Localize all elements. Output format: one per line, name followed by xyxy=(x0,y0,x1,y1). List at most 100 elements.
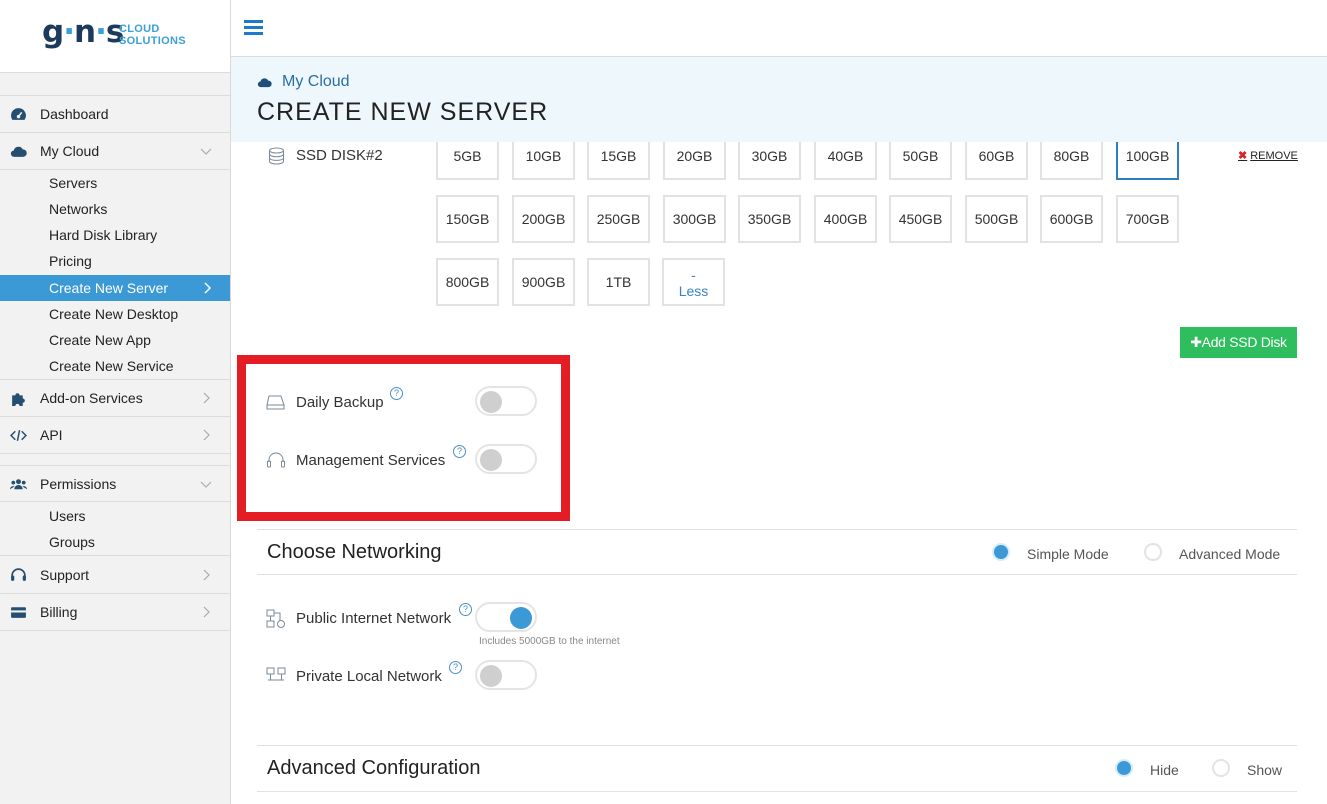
less-button[interactable]: - Less xyxy=(662,258,725,306)
daily-backup-toggle[interactable] xyxy=(475,386,537,416)
chevron-down-icon xyxy=(200,148,212,155)
sidebar-item-servers[interactable]: Servers xyxy=(0,170,230,196)
top-bar xyxy=(231,0,1327,57)
credit-card-icon xyxy=(11,607,26,618)
disk-size-option[interactable]: 80GB xyxy=(1040,142,1103,180)
chevron-right-icon xyxy=(203,606,210,618)
divider xyxy=(257,529,1297,530)
show-label: Show xyxy=(1247,762,1283,778)
sidebar-item-support[interactable]: Support xyxy=(0,557,230,594)
chevron-down-icon xyxy=(200,481,212,488)
code-icon xyxy=(10,430,27,441)
sidebar-item-api[interactable]: API xyxy=(0,417,230,454)
sidebar-item-create-new-desktop[interactable]: Create New Desktop xyxy=(0,301,230,327)
disk-size-option[interactable]: 500GB xyxy=(965,195,1028,243)
plus-icon: ✚ xyxy=(1190,334,1202,350)
page-header: My Cloud CREATE NEW SERVER xyxy=(231,57,1327,142)
show-radio[interactable] xyxy=(1212,759,1230,777)
disk-size-option[interactable]: 200GB xyxy=(512,195,575,243)
disk-size-option[interactable]: 800GB xyxy=(436,258,499,306)
sidebar-item-billing[interactable]: Billing xyxy=(0,594,230,631)
divider xyxy=(257,791,1297,792)
disk-label: SSD DISK#2 xyxy=(296,147,383,164)
public-network-toggle[interactable] xyxy=(475,602,537,632)
logo-text: g·n·s xyxy=(42,14,124,50)
sidebar-item-users[interactable]: Users xyxy=(0,503,230,529)
chevron-right-icon xyxy=(204,282,212,294)
database-icon xyxy=(269,147,284,165)
management-services-toggle[interactable] xyxy=(475,444,537,474)
sidebar-item-label: Dashboard xyxy=(40,106,109,122)
breadcrumb-label: My Cloud xyxy=(282,73,350,90)
disk-size-option[interactable]: 900GB xyxy=(512,258,575,306)
help-icon[interactable]: ? xyxy=(449,661,462,674)
sidebar-item-dashboard[interactable]: Dashboard xyxy=(0,95,230,133)
add-ssd-disk-button[interactable]: ✚Add SSD Disk xyxy=(1180,327,1297,358)
disk-size-option[interactable]: 20GB xyxy=(663,142,726,180)
sidebar-item-my-cloud[interactable]: My Cloud xyxy=(0,133,230,170)
simple-mode-radio[interactable] xyxy=(992,543,1010,561)
divider xyxy=(257,745,1297,746)
hide-label: Hide xyxy=(1150,762,1179,778)
sidebar-item-label: My Cloud xyxy=(40,143,100,159)
disk-size-option[interactable]: 450GB xyxy=(889,195,952,243)
chevron-right-icon xyxy=(203,392,210,404)
disk-size-option[interactable]: 15GB xyxy=(587,142,650,180)
backup-drive-icon xyxy=(266,395,285,410)
sidebar-item-label: Add-on Services xyxy=(40,390,143,406)
sidebar-item-create-new-service[interactable]: Create New Service xyxy=(0,353,230,379)
private-network-icon xyxy=(266,667,286,681)
disk-size-option[interactable]: 150GB xyxy=(436,195,499,243)
sidebar-item-permissions[interactable]: Permissions xyxy=(0,465,230,502)
disk-size-option[interactable]: 40GB xyxy=(814,142,877,180)
disk-size-option[interactable]: 30GB xyxy=(738,142,801,180)
disk-size-option[interactable]: 10GB xyxy=(512,142,575,180)
advanced-mode-radio[interactable] xyxy=(1144,543,1162,561)
public-network-note: Includes 5000GB to the internet xyxy=(479,636,620,647)
logo-subtitle: CLOUD SOLUTIONS xyxy=(119,23,186,47)
help-icon[interactable]: ? xyxy=(453,445,466,458)
help-icon[interactable]: ? xyxy=(459,603,472,616)
disk-size-option[interactable]: 1TB xyxy=(587,258,650,306)
disk-size-option[interactable]: 250GB xyxy=(587,195,650,243)
hamburger-menu-icon[interactable] xyxy=(244,20,263,35)
main-content: SSD DISK#2 5GB 10GB 15GB 20GB 30GB 40GB 50GB 60… xyxy=(231,142,1327,804)
public-network-icon xyxy=(266,609,285,628)
help-icon[interactable]: ? xyxy=(390,387,403,400)
hide-radio[interactable] xyxy=(1115,759,1133,777)
disk-size-option[interactable]: 400GB xyxy=(814,195,877,243)
cloud-icon xyxy=(257,78,272,88)
sidebar-item-networks[interactable]: Networks xyxy=(0,196,230,222)
chevron-right-icon xyxy=(203,429,210,441)
sidebar-item-label: Billing xyxy=(40,604,78,620)
divider xyxy=(257,574,1297,575)
dashboard-icon xyxy=(11,108,26,120)
sidebar-item-groups[interactable]: Groups xyxy=(0,529,230,555)
close-icon: ✖ xyxy=(1238,150,1248,162)
disk-size-option[interactable]: 100GB xyxy=(1116,142,1179,180)
daily-backup-label: Daily Backup xyxy=(296,394,384,411)
sidebar-item-label: API xyxy=(40,427,63,443)
sidebar-item-add-on-services[interactable]: Add-on Services xyxy=(0,380,230,417)
disk-size-option[interactable]: 700GB xyxy=(1116,195,1179,243)
headset-icon xyxy=(11,568,26,581)
private-network-toggle[interactable] xyxy=(475,660,537,690)
sidebar-item-create-new-server[interactable]: Create New Server xyxy=(0,275,230,301)
disk-size-option[interactable]: 600GB xyxy=(1040,195,1103,243)
disk-size-option[interactable]: 60GB xyxy=(965,142,1028,180)
disk-size-option[interactable]: 5GB xyxy=(436,142,499,180)
simple-mode-label: Simple Mode xyxy=(1027,546,1109,562)
brand-logo[interactable]: g·n·s CLOUD SOLUTIONS xyxy=(0,0,230,73)
headset-icon xyxy=(267,452,285,468)
disk-size-option[interactable]: 350GB xyxy=(738,195,801,243)
remove-disk-link[interactable]: ✖ REMOVE xyxy=(1238,149,1298,162)
networking-title: Choose Networking xyxy=(267,541,442,563)
sidebar-item-hard-disk-library[interactable]: Hard Disk Library xyxy=(0,222,230,248)
sidebar-item-create-new-app[interactable]: Create New App xyxy=(0,327,230,353)
public-network-label: Public Internet Network xyxy=(296,610,452,627)
sidebar-item-pricing[interactable]: Pricing xyxy=(0,248,230,274)
disk-size-option[interactable]: 300GB xyxy=(663,195,726,243)
sidebar: g·n·s CLOUD SOLUTIONS Dashboard My Cloud… xyxy=(0,0,231,804)
management-services-label: Management Services xyxy=(296,452,446,469)
disk-size-option[interactable]: 50GB xyxy=(889,142,952,180)
